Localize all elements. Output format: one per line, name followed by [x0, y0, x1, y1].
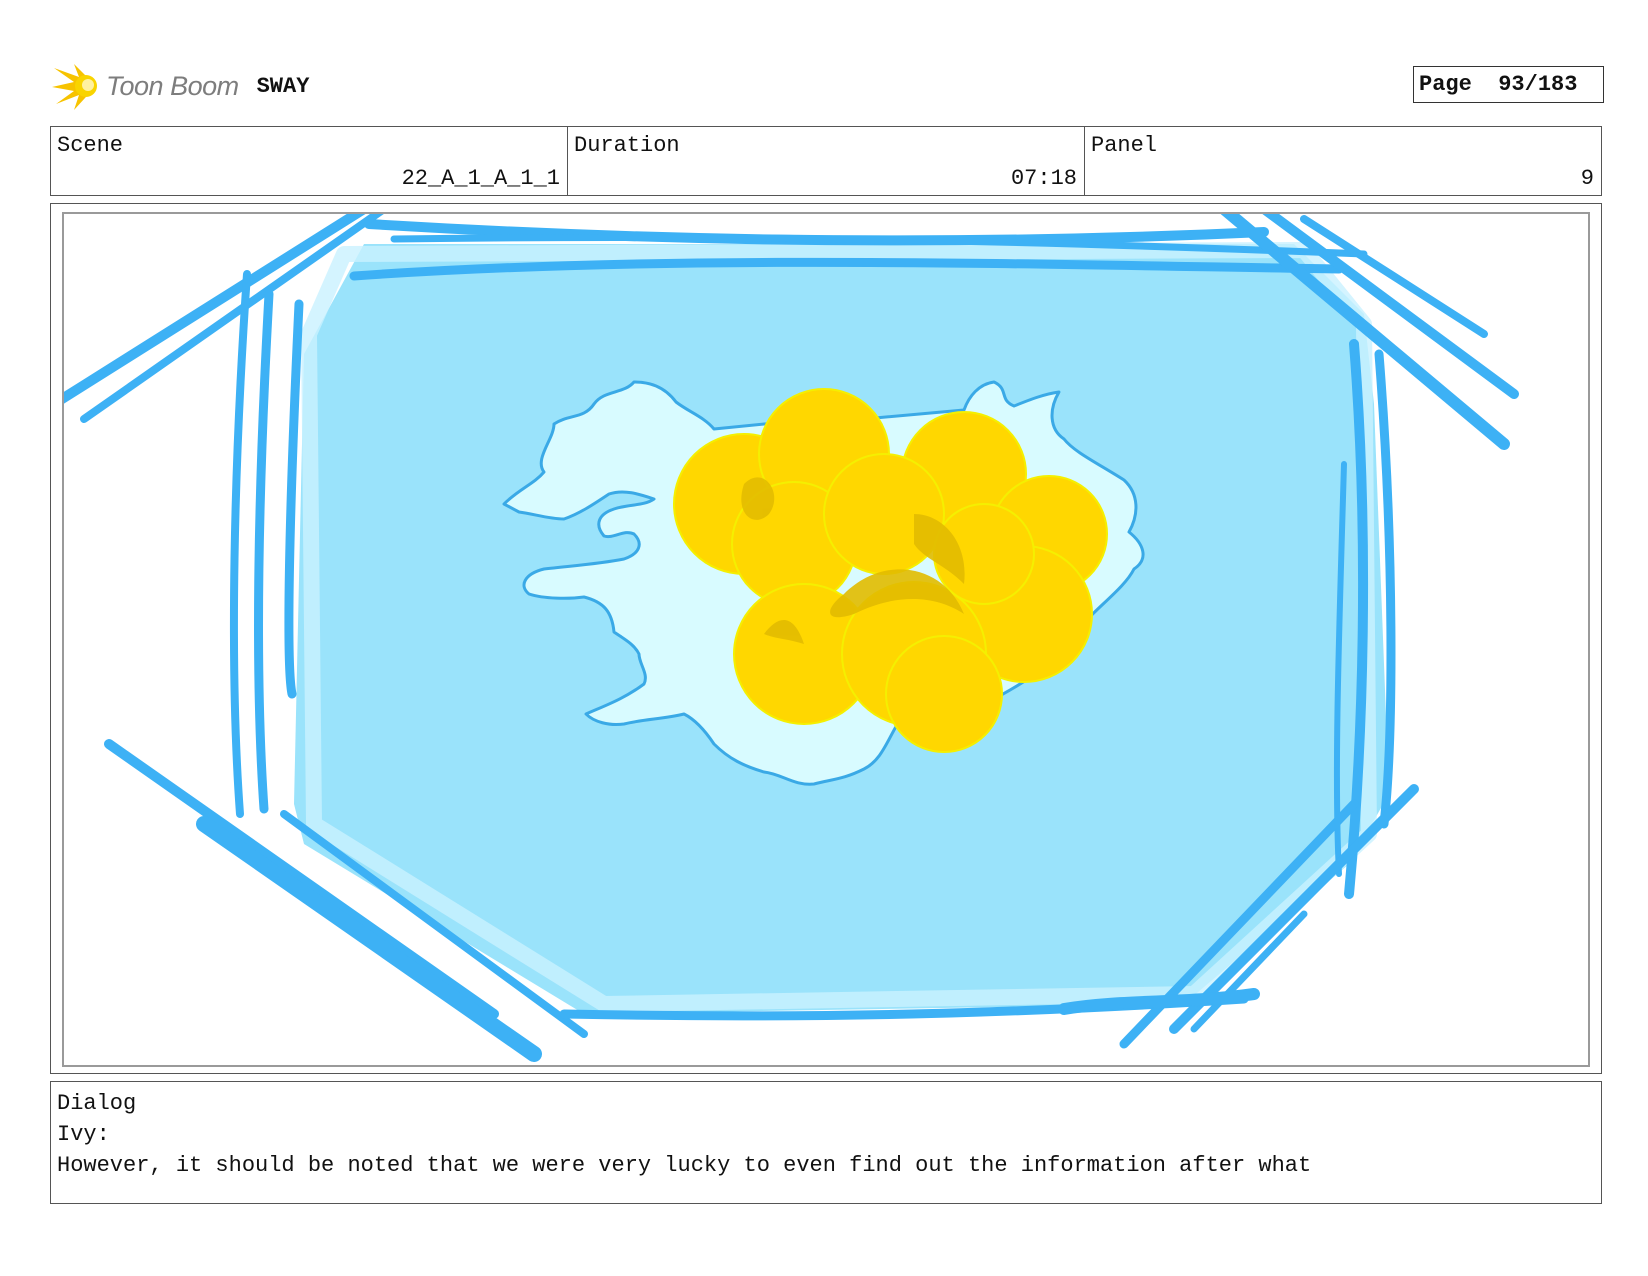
stroke-left-3: [284, 299, 304, 699]
toon-boom-logo: Toon Boom SWAY: [52, 58, 309, 114]
page-indicator: Page 93/183: [1413, 66, 1604, 103]
storyboard-panel: [50, 203, 1602, 1074]
project-name: SWAY: [256, 73, 310, 99]
panel-value: 9: [1580, 166, 1594, 191]
duration-value: 07:18: [1010, 166, 1077, 191]
dialog-label: Dialog: [57, 1091, 137, 1116]
panel-artwork: [64, 214, 1519, 1062]
duration-label: Duration: [574, 133, 680, 158]
panel-image: [62, 212, 1590, 1067]
panel-info-table: Scene 22_A_1_A_1_1 Duration 07:18 Panel …: [50, 126, 1602, 196]
logo-text: Toon Boom: [106, 70, 239, 101]
dialog-speaker: Ivy:: [57, 1122, 110, 1147]
duration-cell: Duration 07:18: [568, 127, 1085, 195]
panel-cell: Panel 9: [1085, 127, 1601, 195]
starburst-icon: [52, 64, 97, 110]
shade-1: [741, 477, 775, 520]
dialog-box: Dialog Ivy: However, it should be noted …: [50, 1081, 1602, 1204]
scene-label: Scene: [57, 133, 124, 158]
puff-10: [823, 453, 945, 575]
dialog-text: However, it should be noted that we were…: [57, 1153, 1312, 1178]
puff-9: [885, 635, 1003, 753]
storyboard-header: Toon Boom SWAY Page 93/183: [52, 58, 1612, 114]
panel-label: Panel: [1091, 133, 1158, 158]
page-number: 93/183: [1498, 72, 1578, 97]
stroke-left-1: [229, 270, 251, 818]
stroke-left-2: [254, 289, 274, 814]
page-label: Page: [1419, 72, 1472, 97]
scene-value: 22_A_1_A_1_1: [401, 166, 560, 191]
scene-cell: Scene 22_A_1_A_1_1: [51, 127, 568, 195]
